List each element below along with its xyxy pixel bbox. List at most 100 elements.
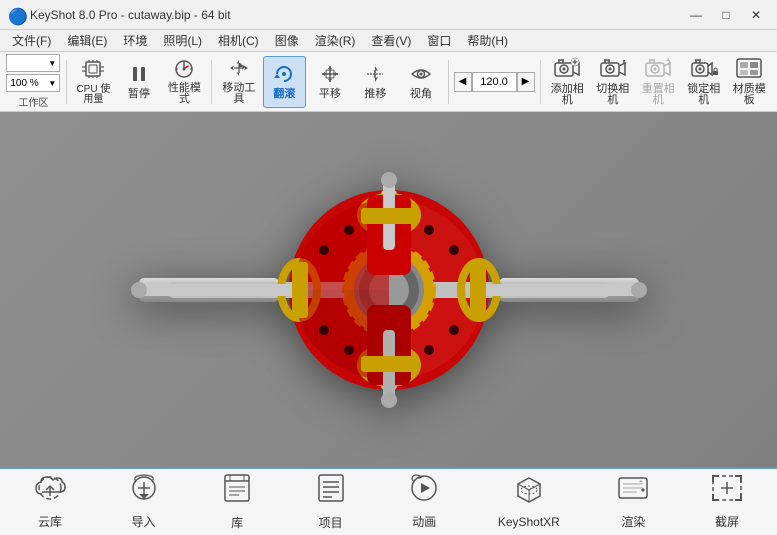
cloud-icon [34,474,66,509]
rotate-button[interactable]: 翻滚 [263,56,307,108]
pan-button[interactable]: 平移 [308,56,352,108]
menu-view[interactable]: 查看(V) [363,30,419,51]
pan-icon [319,64,341,87]
menu-edit[interactable]: 编辑(E) [59,30,115,51]
render-label: 渲染 [621,513,645,530]
cpu-icon [81,59,105,83]
keyshotxr-icon [513,476,545,511]
view-button[interactable]: 视角 [399,56,443,108]
view-label: 视角 [410,89,432,100]
cloud-button[interactable]: 云库 [20,470,80,534]
render-icon [617,474,649,509]
pan-label: 平移 [319,89,341,100]
pause-button[interactable]: 暂停 [117,56,161,108]
separator-4 [540,60,541,104]
render-button[interactable]: 渲染 [603,470,663,534]
cloud-label: 云库 [38,513,62,530]
rotate-label: 翻滚 [273,89,295,100]
performance-icon [173,58,195,81]
camera-prev-button[interactable]: ◀ [454,72,472,92]
lock-camera-icon [690,57,718,82]
separator-2 [211,60,212,104]
library-label: 库 [231,514,243,531]
main-content [0,112,777,467]
menu-window[interactable]: 窗口 [419,30,459,51]
lock-camera-button[interactable]: 锁定相机 [682,56,726,108]
rotate-icon [273,64,295,87]
move-tool-button[interactable]: 移动工具 [217,56,261,108]
push-icon [364,64,386,87]
menu-bar: 文件(F) 编辑(E) 环境 照明(L) 相机(C) 图像 渲染(R) 查看(V… [0,30,777,52]
pause-label: 暂停 [128,89,150,100]
project-button[interactable]: 项目 [301,469,361,535]
model-svg [109,140,669,440]
title-bar-left: 🔵 KeyShot 8.0 Pro - cutaway.bip - 64 bit [8,7,231,23]
keyshotxr-label: KeyShotXR [498,515,560,529]
cpu-label: CPU 使用量 [73,85,115,105]
cpu-button[interactable]: CPU 使用量 [72,56,116,108]
workspace-label: 工作区 [18,94,48,109]
menu-render[interactable]: 渲染(R) [307,30,364,51]
move-label: 移动工具 [218,83,260,105]
screenshot-label: 截屏 [715,513,739,530]
import-icon [128,474,160,509]
menu-help[interactable]: 帮助(H) [459,30,516,51]
keyshotxr-button[interactable]: KeyShotXR [488,472,570,533]
add-camera-button[interactable]: 添加相机 [545,56,589,108]
switch-camera-icon [599,57,627,82]
toolbar: ▼ 100 % ▼ 工作区 [0,52,777,112]
pause-icon [129,64,149,87]
zoom-input[interactable]: 100 % ▼ [6,74,60,92]
menu-camera[interactable]: 相机(C) [210,30,267,51]
bottom-bar: 云库 导入 库 [0,467,777,535]
material-label: 材质模板 [728,84,770,106]
lock-camera-label: 锁定相机 [683,84,725,106]
window-title: KeyShot 8.0 Pro - cutaway.bip - 64 bit [30,8,231,22]
menu-image[interactable]: 图像 [267,30,307,51]
push-label: 推移 [364,89,386,100]
move-icon [228,58,250,81]
minimize-button[interactable]: — [683,5,709,25]
add-camera-label: 添加相机 [546,84,588,106]
switch-camera-label: 切换相机 [592,84,634,106]
library-icon [223,473,251,510]
performance-button[interactable]: 性能模式 [163,56,207,108]
camera-value-control[interactable]: ◀ ▶ [454,72,535,92]
material-button[interactable]: 材质模板 [727,56,771,108]
separator-1 [66,60,67,104]
reset-camera-icon [644,57,672,82]
menu-file[interactable]: 文件(F) [4,30,59,51]
menu-lighting[interactable]: 照明(L) [155,30,210,51]
menu-environment[interactable]: 环境 [115,30,155,51]
viewport[interactable] [0,112,777,467]
screenshot-icon [711,474,743,509]
maximize-button[interactable]: □ [713,5,739,25]
workspace-section: ▼ 100 % ▼ 工作区 [6,54,61,109]
title-bar: 🔵 KeyShot 8.0 Pro - cutaway.bip - 64 bit… [0,0,777,30]
window-controls[interactable]: — □ ✕ [683,5,769,25]
camera-value-input[interactable] [472,72,517,92]
project-icon [317,473,345,510]
view-icon [410,64,432,87]
separator-3 [448,60,449,104]
performance-label: 性能模式 [164,83,206,105]
workspace-dropdown[interactable]: ▼ [6,54,60,72]
reset-camera-label: 重置相机 [637,84,679,106]
animation-label: 动画 [412,513,436,530]
camera-next-button[interactable]: ▶ [517,72,535,92]
add-camera-icon [553,57,581,82]
close-button[interactable]: ✕ [743,5,769,25]
reset-camera-button[interactable]: 重置相机 [636,56,680,108]
library-button[interactable]: 库 [207,469,267,535]
push-button[interactable]: 推移 [354,56,398,108]
animation-icon [408,474,440,509]
screenshot-button[interactable]: 截屏 [697,470,757,534]
project-label: 项目 [319,514,343,531]
camera-value-section: ◀ ▶ [454,72,535,92]
import-label: 导入 [132,513,156,530]
animation-button[interactable]: 动画 [394,470,454,534]
app-icon: 🔵 [8,7,24,23]
import-button[interactable]: 导入 [114,470,174,534]
switch-camera-button[interactable]: 切换相机 [591,56,635,108]
material-icon [735,57,763,82]
